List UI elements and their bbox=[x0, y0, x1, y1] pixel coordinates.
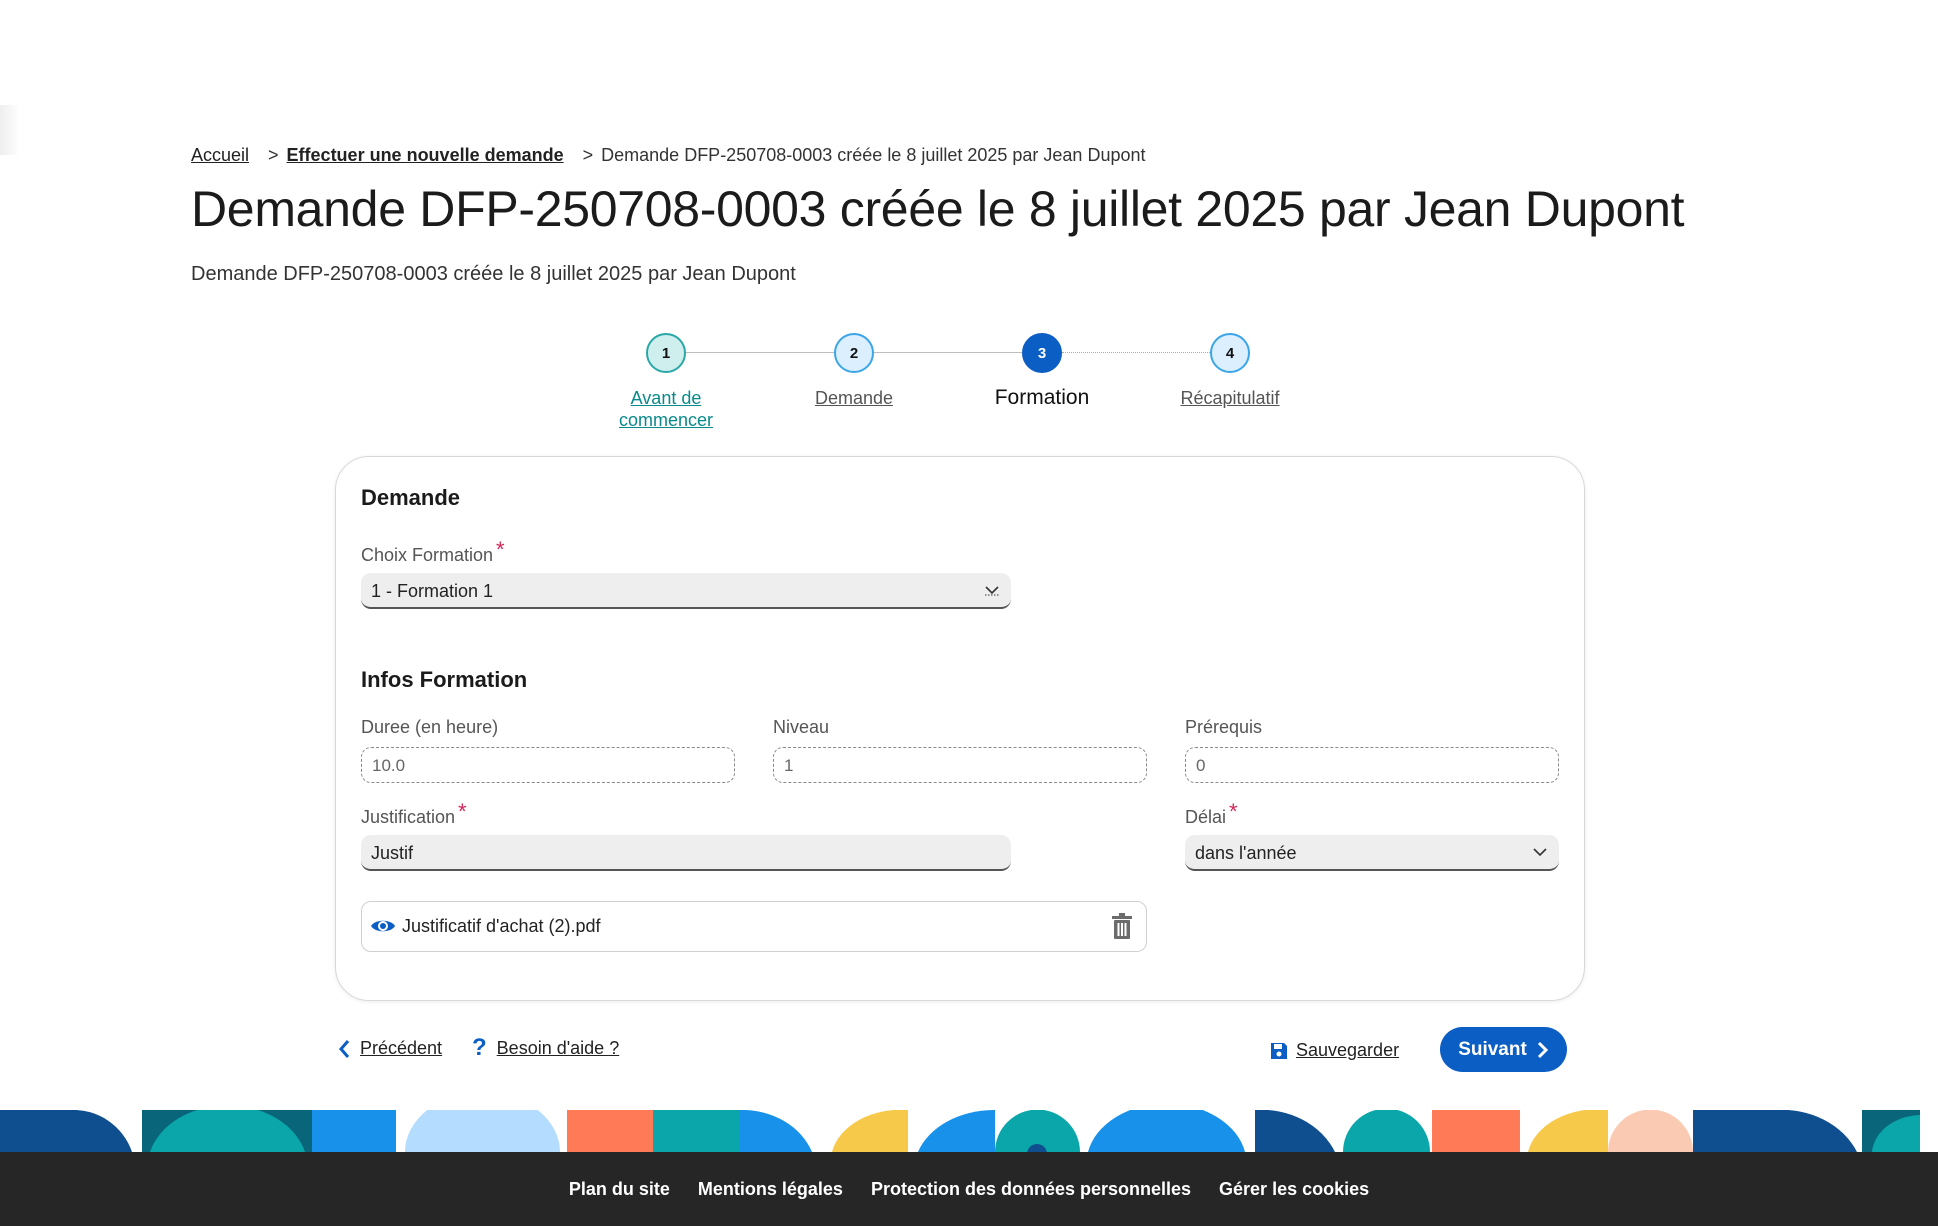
delai-label: Délai * bbox=[1185, 799, 1238, 829]
justification-label: Justification * bbox=[361, 799, 467, 829]
step-label[interactable]: Demande bbox=[754, 387, 954, 409]
help-label: Besoin d'aide ? bbox=[496, 1037, 620, 1058]
breadcrumb: Accueil > Effectuer une nouvelle demande… bbox=[191, 145, 1146, 166]
required-mark: * bbox=[1229, 799, 1238, 824]
justification-label-text: Justification bbox=[361, 807, 456, 827]
breadcrumb-home-link[interactable]: Accueil bbox=[191, 145, 249, 166]
previous-button[interactable]: Précédent bbox=[338, 1038, 442, 1059]
chevron-down-icon bbox=[985, 586, 999, 596]
trash-icon[interactable] bbox=[1110, 913, 1134, 939]
question-mark-icon: ? bbox=[472, 1034, 487, 1061]
delai-label-text: Délai bbox=[1185, 807, 1227, 827]
next-button[interactable]: Suivant bbox=[1440, 1027, 1567, 1072]
prerequis-field[interactable]: 0 bbox=[1185, 747, 1559, 783]
step-label-line: Avant de bbox=[630, 388, 702, 408]
breadcrumb-new-request-link[interactable]: Effectuer une nouvelle demande bbox=[287, 145, 564, 166]
next-label: Suivant bbox=[1458, 1038, 1527, 1060]
section-title-infos-formation: Infos Formation bbox=[361, 667, 528, 692]
step-label[interactable]: Avant de commencer bbox=[566, 387, 766, 431]
chevron-left-icon bbox=[339, 1039, 350, 1058]
step-demande[interactable]: 2 Demande bbox=[754, 333, 954, 409]
step-avant-de-commencer[interactable]: 1 Avant de commencer bbox=[566, 333, 766, 431]
uploaded-file: Justificatif d'achat (2).pdf bbox=[361, 901, 1147, 952]
save-button[interactable]: Sauvegarder bbox=[1270, 1040, 1399, 1061]
step-number-badge: 1 bbox=[646, 333, 686, 373]
duree-label: Duree (en heure) bbox=[361, 717, 499, 737]
help-link[interactable]: ? Besoin d'aide ? bbox=[472, 1034, 619, 1062]
step-label: Formation bbox=[994, 386, 1090, 409]
required-mark: * bbox=[496, 537, 505, 562]
delai-value: dans l'année bbox=[1195, 843, 1297, 863]
step-label[interactable]: Récapitulatif bbox=[1130, 387, 1330, 409]
step-recapitulatif[interactable]: 4 Récapitulatif bbox=[1130, 333, 1330, 409]
step-number-badge: 4 bbox=[1210, 333, 1250, 373]
side-shadow bbox=[0, 105, 20, 155]
chevron-right-icon bbox=[1537, 1041, 1548, 1058]
chevron-down-icon bbox=[1533, 848, 1547, 857]
choix-formation-label: Choix Formation * bbox=[361, 537, 505, 567]
step-number-badge: 2 bbox=[834, 333, 874, 373]
choix-formation-value: 1 - Formation 1 bbox=[371, 581, 494, 601]
floppy-disk-icon bbox=[1271, 1042, 1287, 1059]
page-title: Demande DFP-250708-0003 créée le 8 juill… bbox=[191, 181, 1685, 237]
footer-link-gerer-cookies[interactable]: Gérer les cookies bbox=[1219, 1179, 1369, 1200]
breadcrumb-current: Demande DFP-250708-0003 créée le 8 juill… bbox=[601, 145, 1146, 165]
step-number-badge: 3 bbox=[1022, 333, 1062, 373]
breadcrumb-separator: > bbox=[268, 145, 279, 165]
step-formation: 3 Formation bbox=[942, 333, 1142, 409]
decorative-shapes-band bbox=[0, 1110, 1938, 1152]
file-name: Justificatif d'achat (2).pdf bbox=[402, 916, 601, 936]
niveau-field[interactable]: 1 bbox=[773, 747, 1147, 783]
duree-field[interactable]: 10.0 bbox=[361, 747, 735, 783]
choix-formation-label-text: Choix Formation bbox=[361, 545, 494, 565]
page-subtitle: Demande DFP-250708-0003 créée le 8 juill… bbox=[191, 263, 796, 285]
previous-label: Précédent bbox=[360, 1038, 443, 1058]
niveau-label: Niveau bbox=[773, 717, 830, 737]
footer: Plan du site Mentions légales Protection… bbox=[0, 1152, 1938, 1226]
footer-link-plan-du-site[interactable]: Plan du site bbox=[569, 1179, 670, 1200]
required-mark: * bbox=[458, 799, 467, 824]
prerequis-label: Prérequis bbox=[1185, 717, 1263, 737]
eye-icon[interactable] bbox=[370, 915, 396, 937]
section-title-demande: Demande bbox=[361, 485, 461, 510]
step-label-line: commencer bbox=[618, 410, 714, 430]
footer-link-protection-donnees[interactable]: Protection des données personnelles bbox=[871, 1179, 1191, 1200]
justification-field[interactable]: Justif bbox=[361, 835, 1011, 871]
stepper: 1 Avant de commencer 2 Demande 3 Formati… bbox=[560, 333, 1310, 433]
form-card: Demande Choix Formation * 1 - Formation 1… bbox=[335, 456, 1585, 1001]
save-label: Sauvegarder bbox=[1296, 1040, 1400, 1060]
breadcrumb-separator: > bbox=[582, 145, 594, 165]
delai-select[interactable]: dans l'année bbox=[1185, 835, 1559, 871]
choix-formation-select[interactable]: 1 - Formation 1 bbox=[361, 573, 1011, 609]
footer-link-mentions-legales[interactable]: Mentions légales bbox=[698, 1179, 843, 1200]
